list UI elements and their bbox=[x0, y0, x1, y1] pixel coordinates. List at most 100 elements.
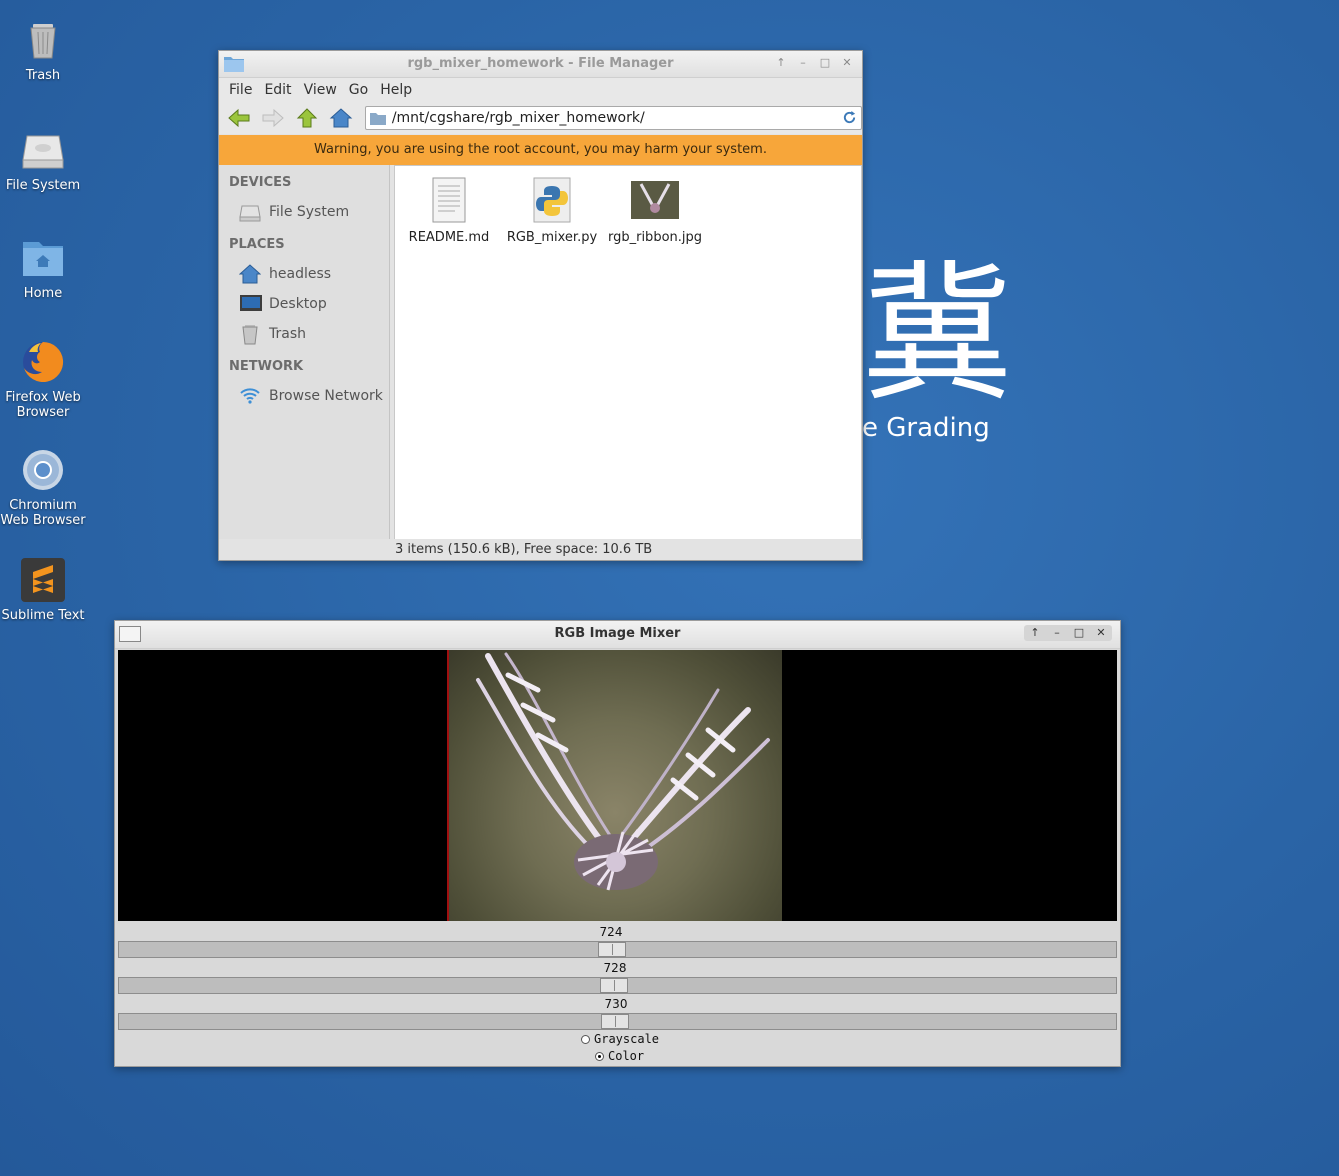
desktop-icon-label: Chromium Web Browser bbox=[0, 498, 86, 528]
file-name: README.md bbox=[408, 230, 490, 245]
up-button[interactable] bbox=[293, 105, 321, 131]
location-bar[interactable]: /mnt/cgshare/rgb_mixer_homework/ bbox=[364, 106, 862, 130]
forward-button[interactable] bbox=[259, 105, 287, 131]
close-button[interactable]: ✕ bbox=[1094, 626, 1108, 640]
maximize-button[interactable]: □ bbox=[818, 56, 832, 70]
up-arrow-icon bbox=[296, 108, 318, 128]
menu-view[interactable]: View bbox=[298, 82, 343, 98]
file-name: RGB_mixer.py bbox=[506, 230, 598, 245]
desktop-icon-home[interactable]: Home bbox=[0, 234, 86, 301]
back-arrow-icon bbox=[228, 108, 250, 128]
green-slider-value: 728 bbox=[603, 961, 627, 975]
file-manager-titlebar[interactable]: rgb_mixer_homework - File Manager ↑ – □ … bbox=[219, 51, 862, 78]
side-pane: DEVICES File System PLACES headless Desk… bbox=[219, 165, 390, 539]
minimize-button[interactable]: – bbox=[1050, 626, 1064, 640]
window-title: rgb_mixer_homework - File Manager bbox=[407, 56, 674, 71]
desktop-icon-sublime[interactable]: Sublime Text bbox=[0, 556, 86, 623]
sidebar-item-label: File System bbox=[269, 204, 350, 220]
keep-above-button[interactable]: ↑ bbox=[1028, 626, 1042, 640]
home-icon bbox=[329, 108, 353, 128]
firefox-icon bbox=[19, 338, 67, 386]
sidebar-item-label: Desktop bbox=[269, 296, 327, 312]
sidebar-item-headless[interactable]: headless bbox=[219, 259, 389, 289]
desktop-icon-label: Trash bbox=[25, 68, 61, 83]
rgb-mixer-window: RGB Image Mixer ↑ – □ ✕ 724 728 730 Gray… bbox=[114, 620, 1121, 1067]
sidebar-item-label: Trash bbox=[269, 326, 306, 342]
image-thumbnail-icon bbox=[631, 176, 679, 224]
sidebar-item-browse-network[interactable]: Browse Network bbox=[219, 381, 389, 411]
desktop-icon-label: Firefox Web Browser bbox=[5, 390, 81, 420]
status-text: 3 items (150.6 kB), Free space: 10.6 TB bbox=[395, 542, 653, 557]
home-button[interactable] bbox=[327, 105, 355, 131]
image-canvas bbox=[118, 650, 1117, 921]
file-readme[interactable]: README.md bbox=[399, 176, 499, 245]
menu-help[interactable]: Help bbox=[374, 82, 418, 98]
slider-handle[interactable] bbox=[598, 942, 626, 957]
maximize-button[interactable]: □ bbox=[1072, 626, 1086, 640]
green-slider[interactable] bbox=[118, 977, 1117, 994]
keep-above-button[interactable]: ↑ bbox=[774, 56, 788, 70]
desktop-icon-label: File System bbox=[5, 178, 81, 193]
sidebar-item-file-system[interactable]: File System bbox=[219, 197, 389, 227]
status-bar: 3 items (150.6 kB), Free space: 10.6 TB bbox=[219, 539, 862, 560]
sublime-text-icon bbox=[19, 556, 67, 604]
forward-arrow-icon bbox=[262, 108, 284, 128]
desktop-icon-file-system[interactable]: File System bbox=[0, 126, 86, 193]
blue-slider-value: 730 bbox=[604, 997, 628, 1011]
trash-icon bbox=[239, 323, 261, 345]
minimize-button[interactable]: – bbox=[796, 56, 810, 70]
file-name: rgb_ribbon.jpg bbox=[607, 230, 703, 245]
sidebar-item-trash[interactable]: Trash bbox=[219, 319, 389, 349]
desktop-icon-label: Sublime Text bbox=[1, 608, 85, 623]
color-radio[interactable]: Color bbox=[595, 1049, 644, 1063]
menu-file[interactable]: File bbox=[223, 82, 258, 98]
desktop-icon-trash[interactable]: Trash bbox=[0, 16, 86, 83]
home-folder-icon bbox=[19, 234, 67, 282]
hard-drive-icon bbox=[239, 201, 261, 223]
menu-bar: File Edit View Go Help bbox=[219, 78, 862, 102]
ribbon-image bbox=[448, 650, 782, 921]
desktop-icon-firefox[interactable]: Firefox Web Browser bbox=[0, 338, 86, 420]
radio-indicator bbox=[581, 1034, 590, 1044]
sidebar-item-label: Browse Network bbox=[269, 388, 383, 404]
chromium-icon bbox=[19, 446, 67, 494]
radio-label: Color bbox=[608, 1049, 645, 1063]
sidebar-item-label: headless bbox=[269, 266, 332, 282]
mixer-titlebar[interactable]: RGB Image Mixer ↑ – □ ✕ bbox=[115, 621, 1120, 649]
slider-handle[interactable] bbox=[600, 978, 628, 993]
close-button[interactable]: ✕ bbox=[840, 56, 854, 70]
grayscale-radio[interactable]: Grayscale bbox=[581, 1032, 659, 1046]
radio-label: Grayscale bbox=[594, 1032, 660, 1046]
file-view[interactable]: README.md RGB_mixer.py rgb_ribbon.jpg bbox=[394, 165, 862, 541]
radio-indicator bbox=[595, 1051, 604, 1061]
location-path: /mnt/cgshare/rgb_mixer_homework/ bbox=[391, 110, 645, 126]
slider-handle[interactable] bbox=[601, 1014, 629, 1029]
desktop-icon-chromium[interactable]: Chromium Web Browser bbox=[0, 446, 86, 528]
desktop-icon bbox=[239, 293, 262, 315]
red-slider-value: 724 bbox=[599, 925, 623, 939]
back-button[interactable] bbox=[225, 105, 253, 131]
python-file-icon bbox=[528, 176, 576, 224]
menu-edit[interactable]: Edit bbox=[258, 82, 297, 98]
refresh-icon[interactable] bbox=[842, 110, 857, 125]
hard-drive-icon bbox=[19, 126, 67, 174]
sidebar-item-desktop[interactable]: Desktop bbox=[219, 289, 389, 319]
toolbar: /mnt/cgshare/rgb_mixer_homework/ bbox=[219, 102, 862, 134]
desktop-icon-label: Home bbox=[23, 286, 63, 301]
wallpaper-text: e Grading bbox=[862, 413, 990, 443]
file-rgb-mixer-py[interactable]: RGB_mixer.py bbox=[502, 176, 602, 245]
window-title: RGB Image Mixer bbox=[554, 626, 681, 641]
home-icon bbox=[238, 263, 262, 285]
trash-icon bbox=[19, 16, 67, 64]
file-manager-window: rgb_mixer_homework - File Manager ↑ – □ … bbox=[218, 50, 863, 561]
root-warning-bar: Warning, you are using the root account,… bbox=[219, 135, 862, 165]
menu-go[interactable]: Go bbox=[343, 82, 374, 98]
text-file-icon bbox=[425, 176, 473, 224]
red-channel-edge bbox=[447, 650, 449, 921]
wifi-icon bbox=[239, 385, 261, 407]
places-header: PLACES bbox=[229, 237, 285, 252]
blue-slider[interactable] bbox=[118, 1013, 1117, 1030]
file-rgb-ribbon-jpg[interactable]: rgb_ribbon.jpg bbox=[605, 176, 705, 245]
network-header: NETWORK bbox=[229, 359, 304, 374]
red-slider[interactable] bbox=[118, 941, 1117, 958]
